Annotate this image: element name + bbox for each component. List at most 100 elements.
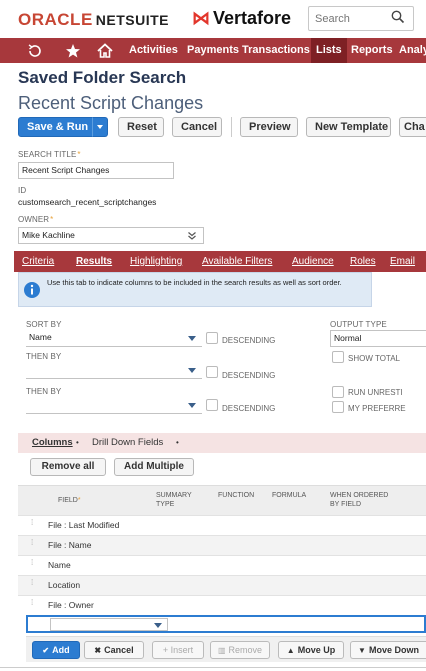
owner-select[interactable]: Mike Kachline <box>18 227 204 244</box>
add-multiple-button[interactable]: Add Multiple <box>114 458 194 476</box>
netsuite-wordmark: NETSUITE <box>95 12 170 28</box>
home-icon[interactable] <box>96 42 114 60</box>
header-field: FIELD* <box>58 496 81 505</box>
subtab-highlighting[interactable]: Highlighting <box>130 251 182 272</box>
row-action-bar: ✔ Add ✖ Cancel + Insert ▥ Remove ▲ Move Up ▼… <box>26 636 426 662</box>
cancel-button[interactable]: Cancel <box>172 117 222 137</box>
change-button[interactable]: Cha <box>399 117 426 137</box>
table-row[interactable]: ⁞ File : Last Modified <box>18 515 426 535</box>
output-type-select[interactable]: Normal <box>330 330 426 347</box>
then-by-descending-label-2: DESCENDING <box>222 404 276 413</box>
preview-button[interactable]: Preview <box>240 117 298 137</box>
subtab-bar: Criteria Results Highlighting Available … <box>14 251 426 272</box>
subtab-criteria[interactable]: Criteria <box>22 251 54 272</box>
sort-descending-checkbox[interactable] <box>206 332 218 344</box>
drag-handle-icon[interactable]: ⁞ <box>31 599 36 611</box>
subtab-available-filters[interactable]: Available Filters <box>202 251 272 272</box>
arrow-up-icon: ▲ <box>286 646 295 655</box>
search-title-input[interactable]: Recent Script Changes <box>18 162 174 179</box>
header-summary-type-line2: TYPE <box>156 501 175 508</box>
add-button[interactable]: ✔ Add <box>32 641 80 659</box>
output-type-label: OUTPUT TYPE <box>330 320 387 329</box>
row-field: File : Name <box>48 540 92 550</box>
then-by-descending-checkbox-1[interactable] <box>206 366 218 378</box>
oracle-netsuite-logo[interactable]: ORACLE NETSUITE <box>18 10 169 30</box>
table-row[interactable]: ⁞ File : Name <box>18 535 426 555</box>
row-cancel-label: Cancel <box>104 645 134 655</box>
tab-drilldown-bullet: • <box>176 438 179 447</box>
recent-icon[interactable] <box>26 42 44 60</box>
sort-by-label: SORT BY <box>26 320 62 329</box>
tab-columns[interactable]: Columns <box>32 437 73 448</box>
nav-item-reports[interactable]: Reports <box>346 38 398 63</box>
add-button-label: Add <box>52 645 70 655</box>
double-chevron-down-icon <box>188 232 196 240</box>
then-by-descending-label-1: DESCENDING <box>222 371 276 380</box>
then-by-select-2[interactable] <box>26 397 202 414</box>
nav-item-analytics[interactable]: Analy <box>394 38 426 63</box>
drag-handle-icon[interactable]: ⁞ <box>31 519 36 531</box>
subtab-email[interactable]: Email <box>390 251 415 272</box>
move-down-button[interactable]: ▼ Move Down <box>350 641 426 659</box>
new-template-button[interactable]: New Template <box>306 117 391 137</box>
insert-button[interactable]: + Insert <box>152 641 204 659</box>
drag-handle-icon[interactable]: ⁞ <box>31 539 36 551</box>
required-mark: * <box>77 150 81 159</box>
page-bottom-divider <box>0 667 426 668</box>
search-title-label-text: SEARCH TITLE <box>18 150 77 159</box>
then-by-label: THEN BY <box>26 352 62 361</box>
my-preferred-checkbox[interactable] <box>332 401 344 413</box>
reset-button[interactable]: Reset <box>118 117 164 137</box>
run-unrestricted-checkbox[interactable] <box>332 386 344 398</box>
table-row[interactable]: ⁞ File : Owner <box>18 595 426 615</box>
save-run-button[interactable]: Save & Run <box>18 117 93 137</box>
required-mark: * <box>50 215 54 224</box>
nav-item-payments[interactable]: Payments <box>182 38 244 63</box>
info-banner: Use this tab to indicate columns to be i… <box>18 272 372 307</box>
info-text: Use this tab to indicate columns to be i… <box>47 278 342 287</box>
subtab-results[interactable]: Results <box>76 251 112 272</box>
then-by-label-2: THEN BY <box>26 387 62 396</box>
then-by-descending-checkbox-2[interactable] <box>206 399 218 411</box>
search-title-label: SEARCH TITLE* <box>18 150 81 159</box>
subtab-audience[interactable]: Audience <box>292 251 334 272</box>
global-search[interactable] <box>308 6 414 31</box>
row-field: File : Last Modified <box>48 520 120 530</box>
global-search-input[interactable] <box>309 7 385 30</box>
move-up-button[interactable]: ▲ Move Up <box>278 641 344 659</box>
row-field: Name <box>48 560 71 570</box>
table-row[interactable]: ⁞ Name <box>18 555 426 575</box>
row-field: File : Owner <box>48 600 94 610</box>
chevron-down-icon <box>188 403 196 408</box>
sort-by-select[interactable]: Name <box>26 330 202 347</box>
new-column-edit-row[interactable] <box>26 615 426 633</box>
drag-handle-icon[interactable]: ⁞ <box>31 579 36 591</box>
search-icon[interactable] <box>391 10 405 24</box>
tab-drilldown[interactable]: Drill Down Fields <box>92 437 163 448</box>
chevron-down-icon <box>188 368 196 373</box>
arrow-down-icon: ▼ <box>358 646 366 655</box>
vertafore-logo[interactable]: ⋈ Vertafore <box>192 8 291 29</box>
info-icon <box>24 282 40 298</box>
header-when-ordered-line2: BY FIELD <box>330 501 361 508</box>
owner-label-text: OWNER <box>18 215 50 224</box>
owner-value: Mike Kachline <box>22 230 75 240</box>
owner-label: OWNER* <box>18 215 53 224</box>
then-by-select-1[interactable] <box>26 362 202 379</box>
nav-item-lists[interactable]: Lists <box>311 38 347 63</box>
nav-item-activities[interactable]: Activities <box>124 38 183 63</box>
show-total-checkbox[interactable] <box>332 351 344 363</box>
new-field-select[interactable] <box>50 618 168 631</box>
drag-handle-icon[interactable]: ⁞ <box>31 559 36 571</box>
sort-by-value: Name <box>29 332 52 342</box>
subtab-roles[interactable]: Roles <box>350 251 376 272</box>
run-unrestricted-label: RUN UNRESTI <box>348 388 403 397</box>
remove-all-button[interactable]: Remove all <box>30 458 106 476</box>
row-cancel-button[interactable]: ✖ Cancel <box>84 641 144 659</box>
nav-item-transactions[interactable]: Transactions <box>237 38 315 63</box>
remove-button[interactable]: ▥ Remove <box>210 641 270 659</box>
header-field-text: FIELD <box>58 497 78 504</box>
save-run-menu-button[interactable] <box>92 117 108 137</box>
table-row[interactable]: ⁞ Location <box>18 575 426 595</box>
star-icon[interactable] <box>64 42 82 60</box>
